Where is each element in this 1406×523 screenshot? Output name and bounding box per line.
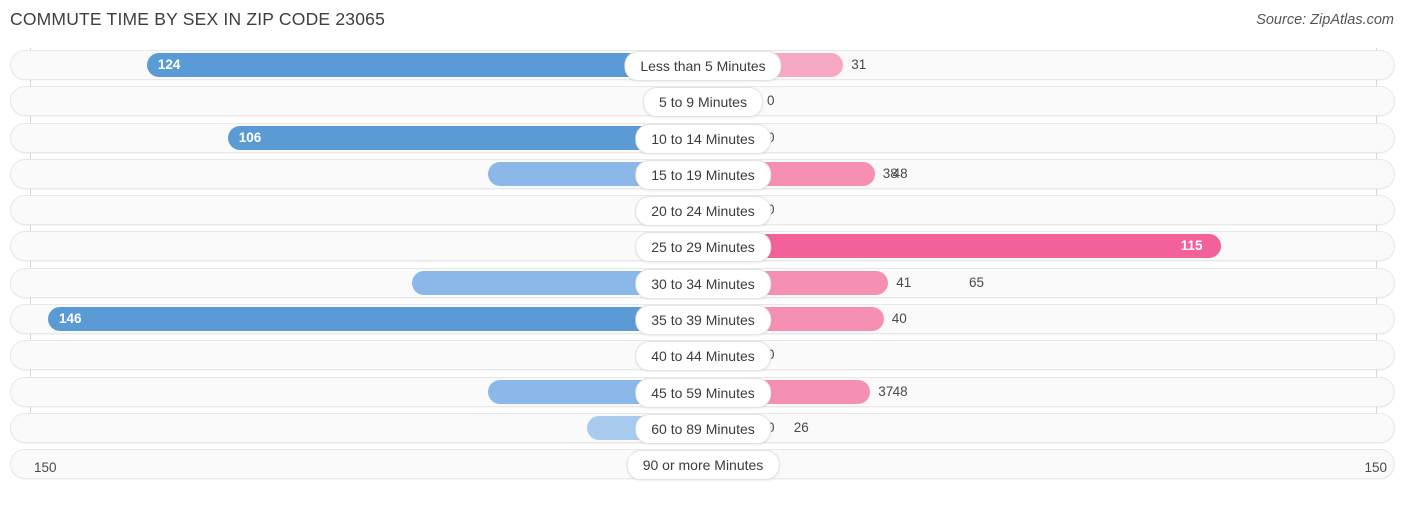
male-bar[interactable] — [227, 125, 704, 150]
bar-row: 48 38 15 to 19 Minutes — [0, 158, 1406, 190]
female-value-label: 41 — [896, 274, 912, 290]
bar-row: 48 37 45 to 59 Minutes — [0, 376, 1406, 408]
page-title: COMMUTE TIME BY SEX IN ZIP CODE 23065 — [10, 9, 386, 29]
category-label: 25 to 29 Minutes — [635, 232, 771, 263]
category-label: 5 to 9 Minutes — [643, 87, 763, 118]
bar-rows: 124 31 Less than 5 Minutes 005 to 9 Minutes… — [0, 50, 1406, 486]
bar-row: 26060 to 89 Minutes — [0, 412, 1406, 444]
bar-row: 005 to 9 Minutes — [0, 86, 1406, 118]
axis-label-right: 150 — [1364, 460, 1387, 475]
bar-row: 7040 to 44 Minutes — [0, 340, 1406, 372]
female-value-label: 38 — [882, 165, 898, 181]
male-value-label: 26 — [793, 419, 809, 435]
bar-row: 146 40 35 to 39 Minutes — [0, 304, 1406, 336]
male-value-label: 106 — [238, 129, 262, 145]
bar-row: 65 41 30 to 34 Minutes — [0, 267, 1406, 299]
plot-area: 124 31 Less than 5 Minutes 005 to 9 Minutes… — [0, 48, 1406, 485]
category-label: 10 to 14 Minutes — [635, 123, 771, 154]
category-label: 40 to 44 Minutes — [635, 341, 771, 372]
male-bar[interactable] — [146, 53, 704, 77]
category-label: 45 to 59 Minutes — [635, 377, 771, 408]
category-label: 60 to 89 Minutes — [635, 413, 771, 444]
female-value-label: 115 — [1180, 238, 1203, 254]
female-value-label: 37 — [878, 383, 894, 399]
bar-row: 011525 to 29 Minutes — [0, 231, 1406, 263]
bar-row: 106010 to 14 Minutes — [0, 122, 1406, 154]
male-bar[interactable] — [47, 307, 704, 332]
category-label: 90 or more Minutes — [626, 450, 780, 481]
male-value-label: 146 — [58, 311, 82, 327]
category-label: Less than 5 Minutes — [624, 51, 782, 81]
female-value-label: 31 — [851, 57, 867, 72]
bar-row: 5090 or more Minutes — [0, 449, 1406, 481]
category-label: 35 to 39 Minutes — [635, 305, 771, 336]
female-value-label: 40 — [891, 311, 907, 327]
male-value-label: 65 — [969, 274, 985, 290]
axis-label-left: 150 — [34, 460, 57, 475]
category-label: 15 to 19 Minutes — [635, 159, 771, 190]
bar-row: 124 31 Less than 5 Minutes — [0, 50, 1406, 81]
category-label: 30 to 34 Minutes — [635, 268, 771, 299]
source-attribution: Source: ZipAtlas.com — [1256, 12, 1394, 28]
female-value-label: 0 — [767, 93, 775, 109]
category-label: 20 to 24 Minutes — [635, 196, 771, 227]
male-value-label: 48 — [892, 383, 908, 399]
female-bar[interactable] — [704, 234, 1221, 259]
male-value-label: 124 — [157, 57, 181, 72]
commute-time-chart: COMMUTE TIME BY SEX IN ZIP CODE 23065 So… — [0, 0, 1406, 523]
bar-row: 0020 to 24 Minutes — [0, 195, 1406, 227]
